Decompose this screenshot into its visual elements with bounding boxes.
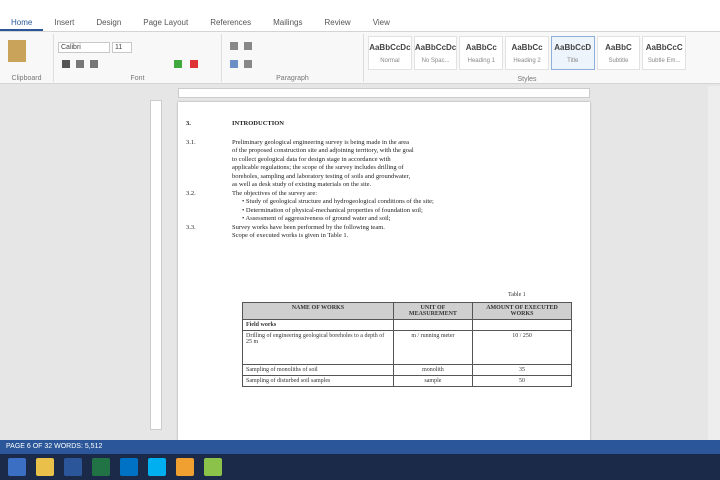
table-row: Field works [242, 319, 572, 331]
start-icon[interactable] [8, 458, 26, 476]
style-title[interactable]: AaBbCcD Title [550, 36, 595, 70]
status-bar: PAGE 6 OF 32 WORDS: 5,512 [0, 440, 720, 454]
tab-insert[interactable]: Insert [43, 14, 85, 31]
tab-page-layout[interactable]: Page Layout [132, 14, 199, 31]
horizontal-ruler[interactable] [178, 88, 590, 98]
align-left-icon[interactable] [230, 60, 238, 68]
highlight-icon[interactable] [174, 60, 182, 68]
table-header: NAME OF WORKS [242, 302, 394, 320]
style-subtitle[interactable]: AaBbC Subtitle [596, 36, 641, 70]
style-subtle-emphasis[interactable]: AaBbCcC Subtle Em... [642, 36, 687, 70]
status-text: PAGE 6 OF 32 WORDS: 5,512 [6, 443, 103, 450]
bold-icon[interactable] [62, 60, 70, 68]
bullets-icon[interactable] [230, 42, 238, 50]
table-header: UNIT OF MEASUREMENT [392, 302, 474, 320]
align-center-icon[interactable] [244, 60, 252, 68]
document-page[interactable]: 3. INTRODUCTION 3.1. Preliminary geologica… [178, 102, 590, 440]
outlook-icon[interactable] [120, 458, 138, 476]
skype-icon[interactable] [148, 458, 166, 476]
table-row: Sampling of disturbed soil samples sampl… [242, 375, 572, 387]
style-heading-2[interactable]: AaBbCc Heading 2 [505, 36, 549, 70]
table-row: Drilling of engineering geological boreh… [242, 330, 572, 365]
folder-icon[interactable] [176, 458, 194, 476]
font-size-dropdown[interactable]: 11 [112, 42, 132, 53]
clipboard-group: Clipboard [0, 34, 54, 82]
explorer-icon[interactable] [36, 458, 54, 476]
font-color-icon[interactable] [190, 60, 198, 68]
word-icon[interactable] [64, 458, 82, 476]
tab-references[interactable]: References [199, 14, 262, 31]
vertical-ruler[interactable] [150, 100, 162, 430]
vertical-scrollbar[interactable] [708, 86, 720, 440]
styles-gallery: AaBbCcDc Normal AaBbCcDc No Spac... AaBbCc… [368, 36, 687, 72]
taskbar [0, 454, 720, 480]
table-header: AMOUNT OF EXECUTED WORKS [472, 302, 572, 320]
style-no-spacing[interactable]: AaBbCcDc No Spac... [413, 36, 458, 70]
font-group: Calibri 11 Font [54, 34, 222, 82]
numbering-icon[interactable] [244, 42, 252, 50]
ribbon-tabs: Home Insert Design Page Layout Reference… [0, 14, 720, 32]
works-table: NAME OF WORKS UNIT OF MEASUREMENT AMOUNT… [242, 302, 572, 387]
paragraph-group: Paragraph [222, 34, 364, 82]
tab-review[interactable]: Review [313, 14, 361, 31]
excel-icon[interactable] [92, 458, 110, 476]
tab-mailings[interactable]: Mailings [262, 14, 313, 31]
italic-icon[interactable] [76, 60, 84, 68]
style-heading-1[interactable]: AaBbCc Heading 1 [459, 36, 504, 70]
paste-icon[interactable] [8, 40, 26, 62]
ribbon: Clipboard Calibri 11 Font Paragraph AaBb… [0, 32, 720, 84]
tab-home[interactable]: Home [0, 14, 44, 31]
tab-view[interactable]: View [362, 14, 401, 31]
document-body: 3. INTRODUCTION 3.1. Preliminary geologica… [186, 120, 434, 239]
table-caption: Table 1 [508, 292, 526, 298]
style-normal[interactable]: AaBbCcDc Normal [368, 36, 412, 70]
window-title [0, 0, 720, 14]
underline-icon[interactable] [90, 60, 98, 68]
font-name-dropdown[interactable]: Calibri [58, 42, 110, 53]
table-row: Sampling of monoliths of soil monolith 3… [242, 364, 572, 376]
app-icon[interactable] [204, 458, 222, 476]
tab-design[interactable]: Design [85, 14, 132, 31]
